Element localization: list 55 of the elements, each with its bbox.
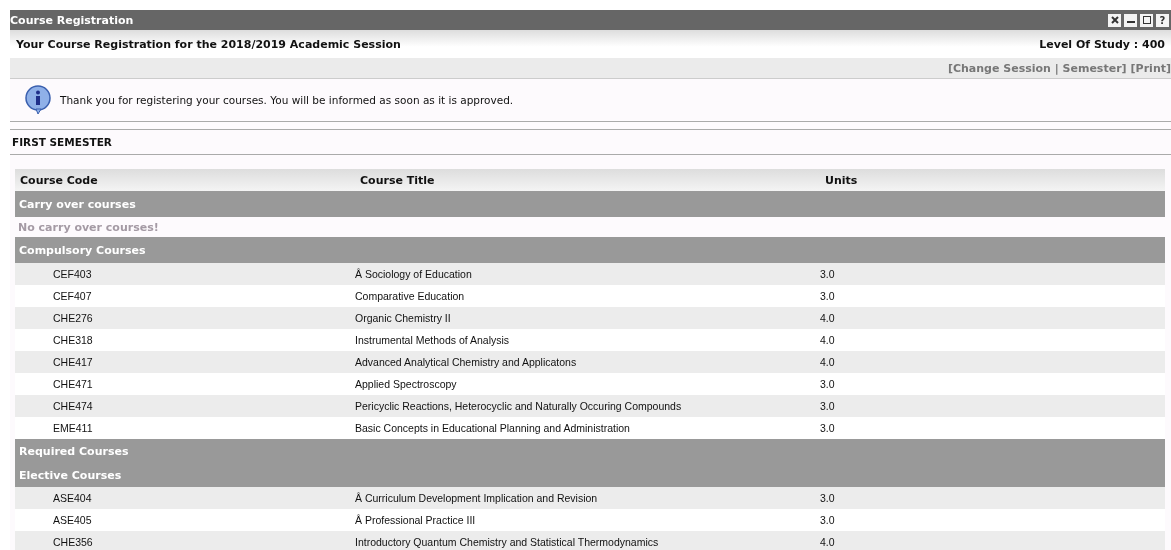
group-title: Carry over courses <box>19 197 136 211</box>
table-cell-text: Organic Chemistry II <box>355 312 452 324</box>
table-cell-text: 4.0 <box>820 312 836 324</box>
table-cell-text: 3.0 <box>820 422 836 434</box>
window-title: Course Registration <box>10 13 134 27</box>
minimize-button[interactable] <box>1124 13 1137 27</box>
table-cell-text: Instrumental Methods of Analysis <box>355 334 511 346</box>
table-cell-text: CHE276 <box>52 312 94 324</box>
group-title: Elective Courses <box>19 468 122 482</box>
table-cell-text: Comparative Education <box>355 290 466 302</box>
table-cell-text: Basic Concepts in Educational Planning and Administration <box>355 422 631 434</box>
group-title: Compulsory Courses <box>19 243 146 257</box>
help-button[interactable]: ? <box>1156 13 1169 27</box>
table-cell-text: 4.0 <box>820 536 836 548</box>
maximize-icon <box>1142 16 1151 24</box>
table-cell-text: Â Professional Practice III <box>355 514 477 526</box>
table-cell-text: Pericyclic Reactions, Heterocyclic and Naturally Occuring Compounds <box>355 400 683 412</box>
table-cell-text: CHE474 <box>52 400 94 412</box>
table-cell-text: ASE405 <box>52 514 93 526</box>
table-cell-text: 4.0 <box>820 334 836 346</box>
link[interactable]: [Change Session | Semester] <box>947 61 1127 75</box>
table-cell-text: 3.0 <box>820 400 836 412</box>
table-cell-text: CEF403 <box>52 268 93 280</box>
table-cell-text: 3.0 <box>820 378 836 390</box>
close-icon <box>1110 16 1119 24</box>
table-cell-text: 3.0 <box>820 268 836 280</box>
table-cell-text: Advanced Analytical Chemistry and Applicatons <box>355 356 578 368</box>
table-cell-text: Â Sociology of Education <box>355 268 473 280</box>
table-cell-text: Applied Spectroscopy <box>355 378 458 390</box>
maximize-button[interactable] <box>1140 13 1153 27</box>
link[interactable]: [Print] <box>1130 61 1171 75</box>
empty-note: No carry over courses! <box>18 220 159 234</box>
table-cell-text: CHE356 <box>52 536 94 548</box>
table-cell-text: EME411 <box>52 422 94 434</box>
info-message: Thank you for registering your courses. You will be informed as soon as it is approved. <box>60 94 514 106</box>
table-cell-text: ASE404 <box>52 492 93 504</box>
info-icon <box>24 85 52 115</box>
table-cell-text: CEF407 <box>52 290 93 302</box>
table-cell-text: 3.0 <box>820 492 836 504</box>
semester-heading: FIRST SEMESTER <box>12 136 112 148</box>
study-level: Level Of Study : 400 <box>1039 37 1165 51</box>
column-header: Course Code <box>19 173 99 187</box>
column-header: Course Title <box>359 173 436 187</box>
table-cell-text: CHE318 <box>52 334 94 346</box>
group-title: Required Courses <box>19 444 129 458</box>
table-cell-text: 4.0 <box>820 356 836 368</box>
column-header: Units <box>824 173 859 187</box>
table-cell-text: CHE417 <box>52 356 94 368</box>
table-cell-text: 3.0 <box>820 290 836 302</box>
table-cell-text: Â Curriculum Development Implication and Revision <box>355 492 599 504</box>
page-heading: Your Course Registration for the 2018/2019 Academic Session <box>16 37 401 51</box>
table-cell-text: 3.0 <box>820 514 836 526</box>
table-cell-text: CHE471 <box>52 378 94 390</box>
table-cell-text: Introductory Quantum Chemistry and Statistical Thermodynamics <box>355 536 660 548</box>
close-button[interactable] <box>1108 13 1121 27</box>
